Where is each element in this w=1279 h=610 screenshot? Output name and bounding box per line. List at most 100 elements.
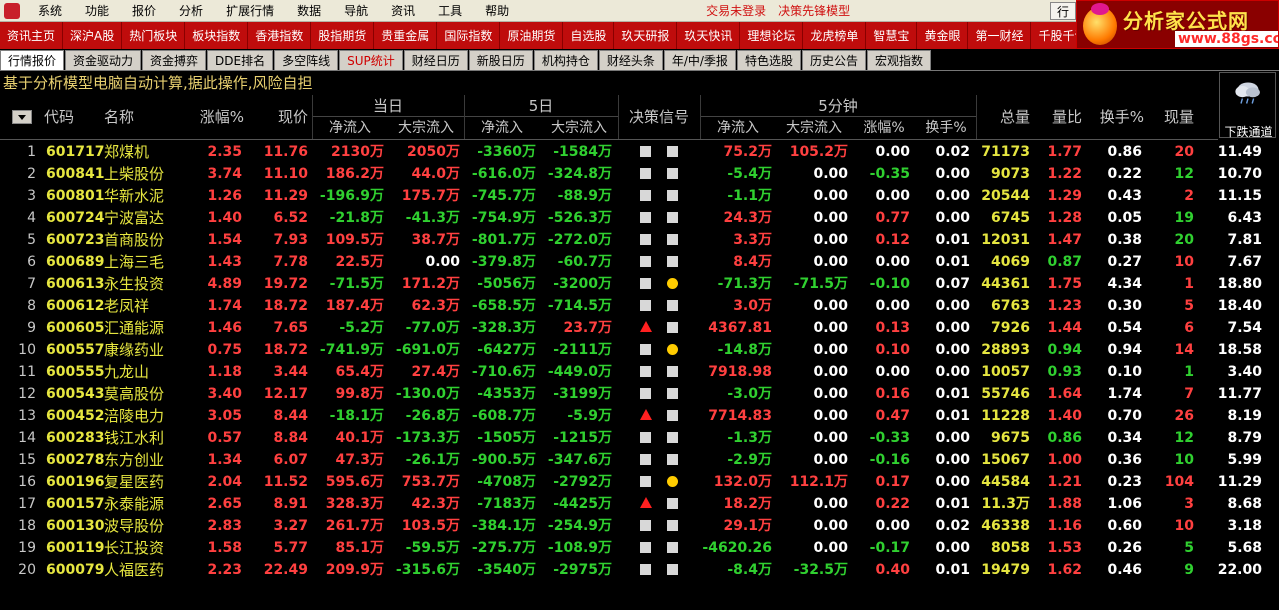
toolbar-item-17[interactable]: 千股千评 [1031,22,1076,49]
tab-7[interactable]: 新股日历 [468,50,533,70]
table-row[interactable]: 13 600452 涪陵电力 3.05 8.44 -18.1万 -26.8万 -608.7万 -… [0,405,1262,427]
menu-item-9[interactable]: 帮助 [473,2,520,19]
tab-1[interactable]: 资金驱动力 [65,50,142,70]
toolbar-item-11[interactable]: 玖天快讯 [677,22,741,49]
toolbar-item-12[interactable]: 理想论坛 [740,22,804,49]
menu-item-5[interactable]: 数据 [285,2,332,19]
ad-banner[interactable]: 分析家公式网 www.88gs.com [1076,0,1279,49]
tab-8[interactable]: 机构持仓 [533,50,598,70]
cell-i: 9 [27,320,36,336]
header-today-block[interactable]: 大宗流入 [388,117,464,139]
table-row[interactable]: 8 600612 老凤祥 1.74 18.72 187.4万 62.3万 -658.5万 -71… [0,295,1262,317]
cell-cur: 3 [1184,496,1194,512]
toolbar-item-14[interactable]: 智慧宝 [866,22,918,49]
signal-square-icon [667,520,678,531]
header-5day-net[interactable]: 净流入 [464,117,540,139]
tab-3[interactable]: DDE排名 [207,50,274,70]
tab-5[interactable]: SUP统计 [339,50,403,70]
header-5min-turn[interactable]: 换手% [916,117,976,139]
cell-m_pct: 0.10 [875,342,910,358]
header-ratio[interactable]: 量比 [1040,106,1082,127]
toolbar-item-7[interactable]: 国际指数 [437,22,501,49]
cell-price: 8.84 [273,430,308,446]
sort-dropdown-icon[interactable] [12,110,32,124]
toolbar-item-1[interactable]: 深沪A股 [63,22,123,49]
menu-item-7[interactable]: 资讯 [379,2,426,19]
header-chg[interactable]: 涨幅% [186,106,244,127]
tab-9[interactable]: 财经头条 [598,50,663,70]
table-row[interactable]: 4 600724 宁波富达 1.40 6.52 -21.8万 -41.3万 -754.9万 -5… [0,207,1262,229]
tab-12[interactable]: 历史公告 [801,50,866,70]
cell-vol: 46338 [981,518,1030,534]
table-row[interactable]: 2 600841 上柴股份 3.74 11.10 186.2万 44.0万 -616.0万 -3… [0,163,1262,185]
quote-button[interactable]: 行 [1050,2,1076,20]
table-row[interactable]: 16 600196 复星医药 2.04 11.52 595.6万 753.7万 -4708万 -… [0,471,1262,493]
cell-d_net: -3540万 [477,562,536,578]
cell-d_blk: -449.0万 [547,364,612,380]
table-row[interactable]: 14 600283 钱江水利 0.57 8.84 40.1万 -173.3万 -1505万 -1… [0,427,1262,449]
menu-item-8[interactable]: 工具 [426,2,473,19]
model-status[interactable]: 决策先锋模型 [772,2,856,19]
table-row[interactable]: 17 600157 永泰能源 2.65 8.91 328.3万 42.3万 -7183万 -44… [0,493,1262,515]
header-current[interactable]: 现量 [1150,106,1194,127]
header-code[interactable]: 代码 [44,106,84,127]
tab-11[interactable]: 特色选股 [736,50,801,70]
cell-m_net: -1.3万 [727,430,772,446]
trade-status[interactable]: 交易未登录 [700,2,772,19]
toolbar-item-10[interactable]: 玖天研报 [614,22,678,49]
table-row[interactable]: 19 600119 长江投资 1.58 5.77 85.1万 -59.5万 -275.7万 -1… [0,537,1262,559]
header-5min-block[interactable]: 大宗流入 [776,117,852,139]
header-5min-pct[interactable]: 涨幅% [852,117,916,139]
table-row[interactable]: 5 600723 首商股份 1.54 7.93 109.5万 38.7万 -801.7万 -27… [0,229,1262,251]
menu-item-2[interactable]: 报价 [120,2,167,19]
toolbar-item-13[interactable]: 龙虎榜单 [803,22,867,49]
menu-item-0[interactable]: 系统 [26,2,73,19]
table-row[interactable]: 6 600689 上海三毛 1.43 7.78 22.5万 0.00 -379.8万 -60.7… [0,251,1262,273]
table-row[interactable]: 15 600278 东方创业 1.34 6.07 47.3万 -26.1万 -900.5万 -3… [0,449,1262,471]
menu-item-6[interactable]: 导航 [332,2,379,19]
header-5day-block[interactable]: 大宗流入 [540,117,618,139]
table-row[interactable]: 9 600605 汇通能源 1.46 7.65 -5.2万 -77.0万 -328.3万 23.… [0,317,1262,339]
header-price[interactable]: 现价 [258,106,308,127]
tab-13[interactable]: 宏观指数 [866,50,931,70]
header-turnover[interactable]: 换手% [1092,106,1144,127]
toolbar-item-15[interactable]: 黄金眼 [917,22,969,49]
toolbar-item-9[interactable]: 自选股 [563,22,615,49]
cell-i: 1 [27,144,36,160]
tab-bar: 行情报价 资金驱动力 资金搏弈 DDE排名 多空阵线 SUP统计 财经日历 新股日历 机构持仓财… [0,49,1279,71]
cell-m_pct: 0.12 [875,232,910,248]
toolbar-item-8[interactable]: 原油期货 [500,22,564,49]
toolbar-item-16[interactable]: 第一财经 [968,22,1032,49]
tab-0[interactable]: 行情报价 [0,50,65,70]
tab-4[interactable]: 多空阵线 [274,50,339,70]
cell-i: 15 [18,452,36,468]
cell-m_turn: 0.00 [935,188,970,204]
toolbar-item-0[interactable]: 资讯主页 [0,22,64,49]
table-row[interactable]: 18 600130 波导股份 2.83 3.27 261.7万 103.5万 -384.1万 -… [0,515,1262,537]
tab-2[interactable]: 资金搏弈 [142,50,207,70]
tab-10[interactable]: 年/中/季报 [663,50,736,70]
menu-item-1[interactable]: 功能 [73,2,120,19]
header-5min-net[interactable]: 净流入 [700,117,776,139]
table-row[interactable]: 11 600555 九龙山 1.18 3.44 65.4万 27.4万 -710.6万 -449… [0,361,1262,383]
cell-chg: 2.23 [207,562,242,578]
table-row[interactable]: 3 600801 华新水泥 1.26 11.29 -196.9万 175.7万 -745.7万… [0,185,1262,207]
menu-item-4[interactable]: 扩展行情 [214,2,285,19]
header-signal[interactable]: 决策信号 [618,106,700,127]
header-volume[interactable]: 总量 [980,106,1030,127]
toolbar-item-4[interactable]: 香港指数 [248,22,312,49]
table-row[interactable]: 7 600613 永生投资 4.89 19.72 -71.5万 171.2万 -5056万 -3… [0,273,1262,295]
menu-item-3[interactable]: 分析 [167,2,214,19]
toolbar-item-3[interactable]: 板块指数 [185,22,249,49]
header-today-net[interactable]: 净流入 [312,117,388,139]
toolbar-item-5[interactable]: 股指期货 [311,22,375,49]
trend-widget[interactable]: 下跌通道 [1219,72,1276,139]
table-row[interactable]: 20 600079 人福医药 2.23 22.49 209.9万 -315.6万 -3540万… [0,559,1262,581]
toolbar-item-6[interactable]: 贵重金属 [374,22,438,49]
table-row[interactable]: 10 600557 康缘药业 0.75 18.72 -741.9万 -691.0万 -6427… [0,339,1262,361]
table-row[interactable]: 1 601717 郑煤机 2.35 11.76 2130万 2050万 -3360万 -1584… [0,141,1262,163]
header-name[interactable]: 名称 [104,106,144,127]
toolbar-item-2[interactable]: 热门板块 [122,22,186,49]
tab-6[interactable]: 财经日历 [403,50,468,70]
table-row[interactable]: 12 600543 莫高股份 3.40 12.17 99.8万 -130.0万 -4353万 -… [0,383,1262,405]
